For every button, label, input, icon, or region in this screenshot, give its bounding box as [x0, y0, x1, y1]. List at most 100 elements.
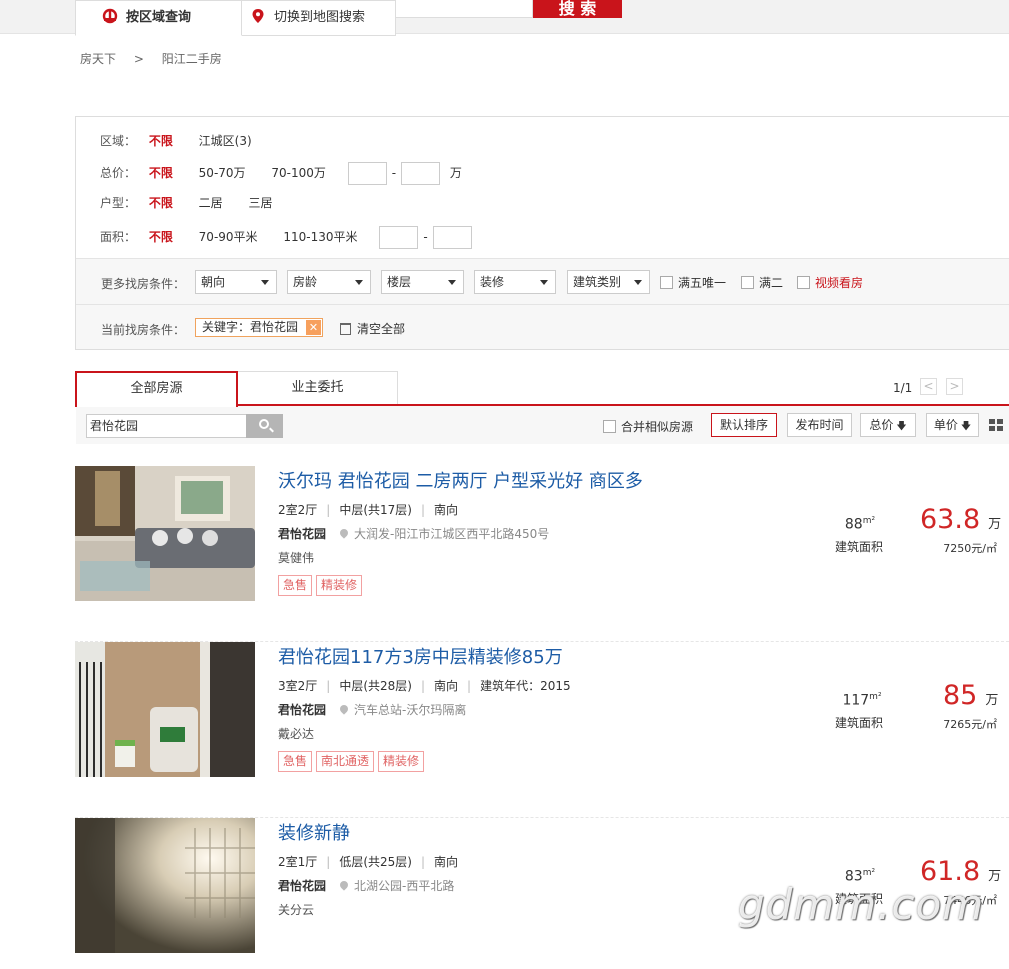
select-building-type[interactable]: 建筑类别: [567, 270, 650, 294]
next-page-button[interactable]: >: [946, 378, 963, 395]
select-label: 朝向: [201, 275, 226, 289]
list-search-button[interactable]: [246, 414, 283, 438]
tab-map-search[interactable]: 切换到地图搜索: [241, 0, 396, 36]
clear-all-button[interactable]: 清空全部: [340, 320, 405, 337]
filter-option-unlimited[interactable]: 不限: [149, 227, 173, 247]
check-video[interactable]: 视频看房: [797, 276, 863, 290]
select-floor[interactable]: 楼层: [381, 270, 464, 294]
tab-all-listings[interactable]: 全部房源: [75, 371, 238, 407]
area-value: 88: [844, 516, 863, 533]
listing-title[interactable]: 沃尔玛 君怡花园 二房两厅 户型采光好 商区多: [278, 467, 643, 493]
listing-title[interactable]: 装修新静: [278, 819, 350, 845]
checkbox[interactable]: [603, 420, 616, 433]
filter-option[interactable]: 二居: [199, 193, 223, 213]
estate-name[interactable]: 君怡花园: [278, 703, 326, 717]
divider: |: [420, 503, 426, 517]
list-search-input[interactable]: 君怡花园: [86, 414, 247, 438]
check-label: 满五唯一: [678, 276, 727, 290]
meta-floor: 中层(共28层): [339, 679, 412, 693]
location-pin-icon: [338, 703, 350, 715]
price-min-input[interactable]: [347, 162, 387, 185]
check-two-years[interactable]: 满二: [741, 276, 783, 290]
tab-map-search-label: 切换到地图搜索: [274, 10, 366, 25]
checkbox[interactable]: [797, 276, 810, 289]
location-pin-icon: [338, 527, 350, 539]
area-value: 117: [842, 692, 870, 709]
listing-photo[interactable]: [75, 642, 255, 777]
merge-similar[interactable]: 合并相似房源: [603, 418, 693, 435]
estate-address: 北湖公园-西平北路: [354, 879, 455, 893]
checkbox[interactable]: [741, 276, 754, 289]
listing-meta: 3室2厅 | 中层(共28层) | 南向 | 建筑年代：2015: [278, 677, 571, 694]
divider: |: [420, 679, 426, 693]
meta-floor: 低层(共25层): [339, 855, 412, 869]
tab-area-search-label: 按区域查询: [126, 10, 192, 25]
grid-view-icon[interactable]: [989, 419, 1003, 431]
area-min-input[interactable]: [379, 226, 419, 249]
unit-price: 7265元/㎡: [943, 718, 997, 731]
breadcrumb-current[interactable]: 阳江二手房: [162, 52, 222, 66]
sort-bar: 君怡花园 合并相似房源 默认排序 发布时间 总价 🡇 单价 🡇: [76, 406, 1009, 444]
divider: |: [420, 855, 426, 869]
current-conditions-label: 当前找房条件：: [101, 323, 186, 337]
meta-rooms: 2室1厅: [278, 855, 318, 869]
select-orientation[interactable]: 朝向: [195, 270, 277, 294]
range-dash: -: [423, 230, 428, 244]
checkbox[interactable]: [660, 276, 673, 289]
meta-orientation: 南向: [434, 855, 459, 869]
divider: |: [326, 503, 331, 517]
filter-option-unlimited[interactable]: 不限: [149, 163, 173, 183]
listing-photo[interactable]: [75, 818, 255, 953]
select-decoration[interactable]: 装修: [474, 270, 556, 294]
filter-option[interactable]: 70-90平米: [199, 227, 258, 247]
listing-item[interactable]: 沃尔玛 君怡花园 二房两厅 户型采光好 商区多 2室2厅 | 中层(共17层) | 南向…: [75, 466, 1009, 642]
more-conditions-label: 更多找房条件：: [101, 277, 186, 291]
listing-estate: 君怡花园 汽车总站-沃尔玛隔离: [278, 701, 466, 718]
listing-price: 85 万: [943, 680, 998, 711]
clear-all-label: 清空全部: [357, 322, 406, 336]
tab-owner-listings[interactable]: 业主委托: [237, 371, 398, 405]
divider: |: [467, 679, 472, 693]
living-room-photo: [75, 466, 255, 601]
tag: 精装修: [378, 751, 425, 772]
filter-option[interactable]: 110-130平米: [283, 227, 357, 247]
filter-option-unlimited[interactable]: 不限: [149, 193, 173, 213]
check-five-only[interactable]: 满五唯一: [660, 276, 726, 290]
filter-option[interactable]: 70-100万: [271, 163, 326, 183]
listing-item[interactable]: 君怡花园117方3房中层精装修85万 3室2厅 | 中层(共28层) | 南向 | 建筑年代…: [75, 642, 1009, 818]
listing-agent[interactable]: 关分云: [278, 901, 314, 918]
chevron-down-icon: [261, 280, 269, 285]
sort-label: 总价: [869, 418, 894, 432]
listing-agent[interactable]: 莫健伟: [278, 549, 314, 566]
tab-area-search[interactable]: 按区域查询: [75, 0, 242, 36]
filter-option[interactable]: 江城区(3): [199, 131, 252, 151]
breadcrumb-home[interactable]: 房天下: [80, 52, 116, 66]
filter-option[interactable]: 50-70万: [199, 163, 246, 183]
select-age[interactable]: 房龄: [287, 270, 371, 294]
area-max-input[interactable]: [432, 226, 472, 249]
sort-unit-price-button[interactable]: 单价 🡇: [926, 413, 979, 437]
filter-option[interactable]: 三居: [249, 193, 273, 213]
filter-row-region: 区域： 不限 江城区(3): [100, 131, 274, 151]
top-search-button[interactable]: 搜 索: [533, 0, 622, 18]
metro-icon: [102, 8, 118, 24]
listing-title[interactable]: 君怡花园117方3房中层精装修85万: [278, 643, 563, 669]
sort-total-price-button[interactable]: 总价 🡇: [860, 413, 916, 437]
current-conditions-bar: 当前找房条件： 关键字：君怡花园 ✕ 清空全部: [76, 305, 1009, 349]
price-max-input[interactable]: [401, 162, 441, 185]
estate-name[interactable]: 君怡花园: [278, 527, 326, 541]
sort-default-button[interactable]: 默认排序: [711, 413, 777, 437]
meta-floor: 中层(共17层): [339, 503, 412, 517]
filter-option-unlimited[interactable]: 不限: [149, 131, 173, 151]
sort-time-button[interactable]: 发布时间: [787, 413, 852, 437]
filter-row-price: 总价： 不限 50-70万 70-100万 - 万: [100, 162, 462, 185]
filter-label: 面积：: [100, 230, 137, 244]
listing-agent[interactable]: 戴必达: [278, 725, 314, 742]
select-label: 房龄: [293, 275, 318, 289]
listing-price: 63.8 万: [920, 504, 1001, 535]
prev-page-button[interactable]: <: [920, 378, 937, 395]
listing-photo[interactable]: [75, 466, 255, 601]
estate-name[interactable]: 君怡花园: [278, 879, 326, 893]
close-icon[interactable]: ✕: [306, 320, 322, 335]
tag: 急售: [278, 751, 313, 772]
